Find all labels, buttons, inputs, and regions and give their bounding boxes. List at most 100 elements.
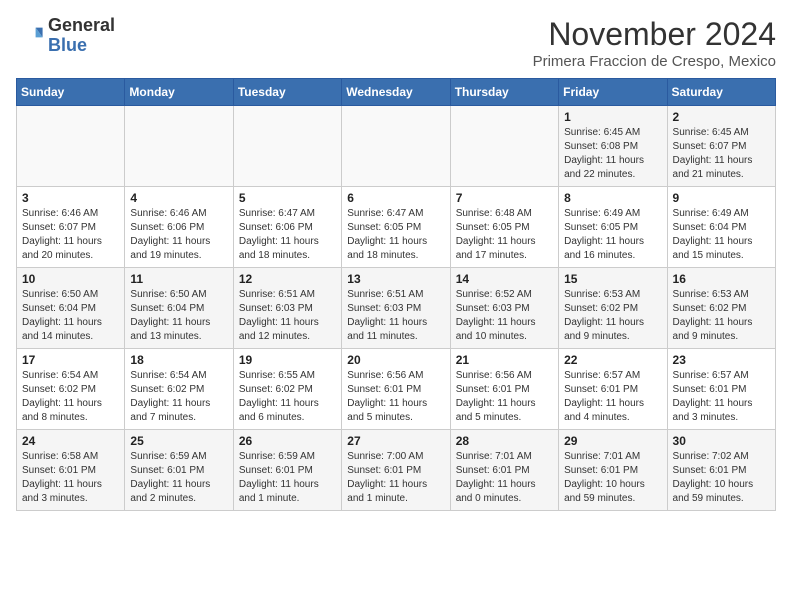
calendar-cell: 24 Sunrise: 6:58 AMSunset: 6:01 PMDayligh… <box>17 430 125 511</box>
day-number: 17 <box>22 353 119 367</box>
calendar-cell <box>17 106 125 187</box>
calendar-cell: 26 Sunrise: 6:59 AMSunset: 6:01 PMDayligh… <box>233 430 341 511</box>
calendar-cell: 17 Sunrise: 6:54 AMSunset: 6:02 PMDayligh… <box>17 349 125 430</box>
weekday-header-friday: Friday <box>559 79 667 106</box>
day-info: Sunrise: 6:53 AMSunset: 6:02 PMDaylight:… <box>673 288 770 344</box>
day-number: 4 <box>130 191 227 205</box>
calendar-cell: 28 Sunrise: 7:01 AMSunset: 6:01 PMDayligh… <box>450 430 558 511</box>
calendar-cell: 13 Sunrise: 6:51 AMSunset: 6:03 PMDayligh… <box>342 268 450 349</box>
weekday-header-saturday: Saturday <box>667 79 775 106</box>
day-info: Sunrise: 6:49 AMSunset: 6:05 PMDaylight:… <box>564 207 661 263</box>
day-number: 21 <box>456 353 553 367</box>
day-info: Sunrise: 6:59 AMSunset: 6:01 PMDaylight:… <box>239 450 336 506</box>
calendar-week-row: 10 Sunrise: 6:50 AMSunset: 6:04 PMDayligh… <box>17 268 776 349</box>
day-info: Sunrise: 6:49 AMSunset: 6:04 PMDaylight:… <box>673 207 770 263</box>
day-number: 13 <box>347 272 444 286</box>
day-info: Sunrise: 6:47 AMSunset: 6:06 PMDaylight:… <box>239 207 336 263</box>
title-block: November 2024 Primera Fraccion de Crespo… <box>533 16 776 70</box>
calendar-cell: 10 Sunrise: 6:50 AMSunset: 6:04 PMDayligh… <box>17 268 125 349</box>
day-info: Sunrise: 6:47 AMSunset: 6:05 PMDaylight:… <box>347 207 444 263</box>
calendar-cell: 20 Sunrise: 6:56 AMSunset: 6:01 PMDayligh… <box>342 349 450 430</box>
page-header: General Blue November 2024 Primera Fracc… <box>16 16 776 70</box>
day-info: Sunrise: 6:45 AMSunset: 6:08 PMDaylight:… <box>564 126 661 182</box>
calendar-cell: 7 Sunrise: 6:48 AMSunset: 6:05 PMDaylight… <box>450 187 558 268</box>
day-number: 6 <box>347 191 444 205</box>
day-number: 29 <box>564 434 661 448</box>
day-info: Sunrise: 6:52 AMSunset: 6:03 PMDaylight:… <box>456 288 553 344</box>
day-info: Sunrise: 6:53 AMSunset: 6:02 PMDaylight:… <box>564 288 661 344</box>
day-number: 11 <box>130 272 227 286</box>
day-info: Sunrise: 6:56 AMSunset: 6:01 PMDaylight:… <box>456 369 553 425</box>
day-info: Sunrise: 6:56 AMSunset: 6:01 PMDaylight:… <box>347 369 444 425</box>
day-number: 16 <box>673 272 770 286</box>
calendar-cell: 12Sunrise: 6:51 AMSunset: 6:03 PMDayligh… <box>233 268 341 349</box>
weekday-header-thursday: Thursday <box>450 79 558 106</box>
logo: General Blue <box>16 16 115 56</box>
day-info: Sunrise: 7:01 AMSunset: 6:01 PMDaylight:… <box>564 450 661 506</box>
calendar-cell: 16 Sunrise: 6:53 AMSunset: 6:02 PMDayligh… <box>667 268 775 349</box>
day-number: 15 <box>564 272 661 286</box>
calendar-cell: 5 Sunrise: 6:47 AMSunset: 6:06 PMDaylight… <box>233 187 341 268</box>
day-info: Sunrise: 6:58 AMSunset: 6:01 PMDaylight:… <box>22 450 119 506</box>
day-number: 7 <box>456 191 553 205</box>
day-number: 10 <box>22 272 119 286</box>
day-number: 18 <box>130 353 227 367</box>
day-info: Sunrise: 6:59 AMSunset: 6:01 PMDaylight:… <box>130 450 227 506</box>
day-info: Sunrise: 6:57 AMSunset: 6:01 PMDaylight:… <box>564 369 661 425</box>
day-number: 1 <box>564 110 661 124</box>
calendar-week-row: 24 Sunrise: 6:58 AMSunset: 6:01 PMDayligh… <box>17 430 776 511</box>
day-number: 24 <box>22 434 119 448</box>
day-number: 26 <box>239 434 336 448</box>
day-number: 14 <box>456 272 553 286</box>
calendar-cell: 6 Sunrise: 6:47 AMSunset: 6:05 PMDaylight… <box>342 187 450 268</box>
weekday-header-tuesday: Tuesday <box>233 79 341 106</box>
calendar-cell: 11 Sunrise: 6:50 AMSunset: 6:04 PMDayligh… <box>125 268 233 349</box>
day-info: Sunrise: 6:50 AMSunset: 6:04 PMDaylight:… <box>22 288 119 344</box>
calendar-cell: 29 Sunrise: 7:01 AMSunset: 6:01 PMDayligh… <box>559 430 667 511</box>
day-number: 3 <box>22 191 119 205</box>
day-info: Sunrise: 6:57 AMSunset: 6:01 PMDaylight:… <box>673 369 770 425</box>
day-number: 20 <box>347 353 444 367</box>
day-info: Sunrise: 7:00 AMSunset: 6:01 PMDaylight:… <box>347 450 444 506</box>
calendar-week-row: 17 Sunrise: 6:54 AMSunset: 6:02 PMDayligh… <box>17 349 776 430</box>
day-info: Sunrise: 6:55 AMSunset: 6:02 PMDaylight:… <box>239 369 336 425</box>
weekday-header-sunday: Sunday <box>17 79 125 106</box>
calendar-cell: 21 Sunrise: 6:56 AMSunset: 6:01 PMDayligh… <box>450 349 558 430</box>
logo-blue-text: Blue <box>48 36 115 56</box>
day-info: Sunrise: 7:02 AMSunset: 6:01 PMDaylight:… <box>673 450 770 506</box>
calendar-cell: 22 Sunrise: 6:57 AMSunset: 6:01 PMDayligh… <box>559 349 667 430</box>
location-subtitle: Primera Fraccion de Crespo, Mexico <box>533 53 776 70</box>
month-title: November 2024 <box>533 16 776 53</box>
calendar-cell: 27 Sunrise: 7:00 AMSunset: 6:01 PMDayligh… <box>342 430 450 511</box>
weekday-header-wednesday: Wednesday <box>342 79 450 106</box>
calendar-cell: 23 Sunrise: 6:57 AMSunset: 6:01 PMDayligh… <box>667 349 775 430</box>
calendar-cell: 3Sunrise: 6:46 AMSunset: 6:07 PMDaylight… <box>17 187 125 268</box>
day-number: 27 <box>347 434 444 448</box>
logo-general-text: General <box>48 16 115 36</box>
weekday-header-row: SundayMondayTuesdayWednesdayThursdayFrid… <box>17 79 776 106</box>
day-info: Sunrise: 6:48 AMSunset: 6:05 PMDaylight:… <box>456 207 553 263</box>
calendar-cell: 19Sunrise: 6:55 AMSunset: 6:02 PMDayligh… <box>233 349 341 430</box>
day-number: 5 <box>239 191 336 205</box>
day-info: Sunrise: 6:54 AMSunset: 6:02 PMDaylight:… <box>22 369 119 425</box>
calendar-week-row: 3Sunrise: 6:46 AMSunset: 6:07 PMDaylight… <box>17 187 776 268</box>
day-info: Sunrise: 6:51 AMSunset: 6:03 PMDaylight:… <box>239 288 336 344</box>
calendar-table: SundayMondayTuesdayWednesdayThursdayFrid… <box>16 78 776 511</box>
day-info: Sunrise: 6:50 AMSunset: 6:04 PMDaylight:… <box>130 288 227 344</box>
weekday-header-monday: Monday <box>125 79 233 106</box>
calendar-cell: 25 Sunrise: 6:59 AMSunset: 6:01 PMDayligh… <box>125 430 233 511</box>
day-info: Sunrise: 6:51 AMSunset: 6:03 PMDaylight:… <box>347 288 444 344</box>
day-number: 28 <box>456 434 553 448</box>
calendar-cell: 4Sunrise: 6:46 AMSunset: 6:06 PMDaylight… <box>125 187 233 268</box>
day-number: 30 <box>673 434 770 448</box>
day-number: 23 <box>673 353 770 367</box>
calendar-cell <box>233 106 341 187</box>
calendar-cell: 8Sunrise: 6:49 AMSunset: 6:05 PMDaylight… <box>559 187 667 268</box>
logo-icon <box>16 22 44 50</box>
day-number: 2 <box>673 110 770 124</box>
day-number: 25 <box>130 434 227 448</box>
day-info: Sunrise: 7:01 AMSunset: 6:01 PMDaylight:… <box>456 450 553 506</box>
calendar-cell: 15 Sunrise: 6:53 AMSunset: 6:02 PMDayligh… <box>559 268 667 349</box>
calendar-week-row: 1 Sunrise: 6:45 AMSunset: 6:08 PMDaylight… <box>17 106 776 187</box>
day-number: 22 <box>564 353 661 367</box>
